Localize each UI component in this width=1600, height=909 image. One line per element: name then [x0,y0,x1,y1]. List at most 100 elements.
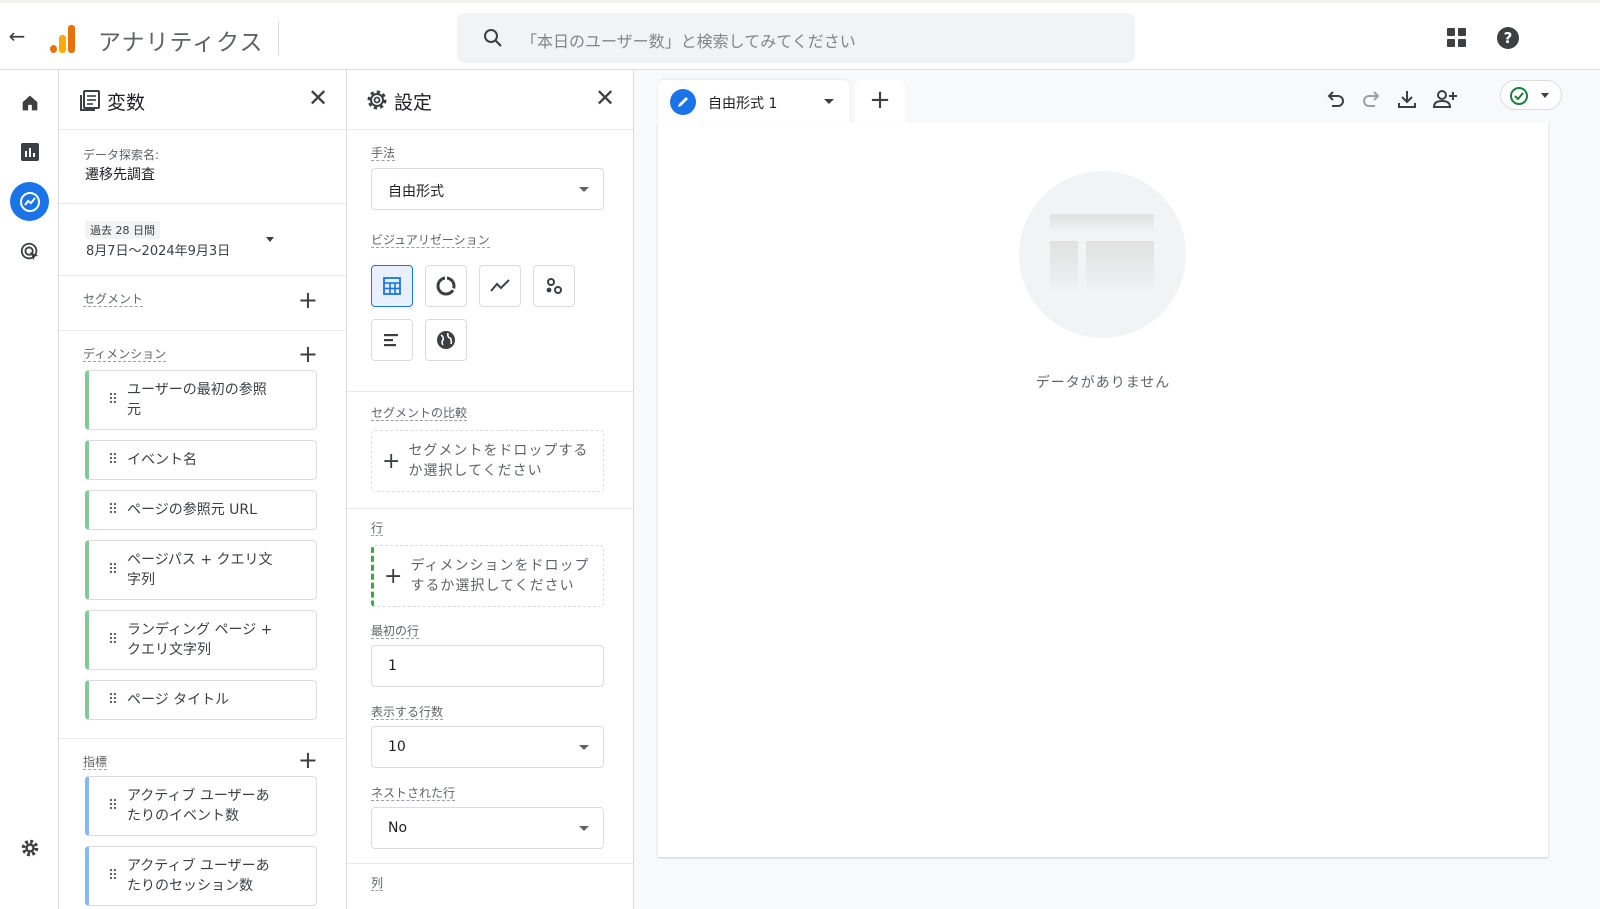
add-metric-button[interactable]: + [298,748,318,772]
share-user-icon[interactable] [1430,86,1460,112]
pencil-icon[interactable] [670,89,696,115]
rows-to-show-label: 表示する行数 [371,705,444,720]
nested-rows-value: No [388,820,408,836]
rows-section: 行 + ディメンションをドロップ するか選択してください 最初の行 1 表示する行… [347,509,633,864]
nested-rows-select[interactable]: No [371,807,604,849]
settings-panel: 設定 ✕ 手法 自由形式 ビジュアリゼーション セグメントの比較 + セグメント… [347,70,634,909]
line-chart-icon[interactable] [479,265,521,307]
variables-title: 変数 [107,92,146,114]
exploration-name-label: データ探索名: [83,148,160,162]
tab-freeform-1[interactable]: 自由形式 1 [658,80,850,122]
advertising-icon[interactable] [17,239,43,265]
drag-handle-icon[interactable]: ⠿ [103,633,121,647]
dimension-name: ページ タイトル [127,692,230,708]
variables-header: 変数 ✕ [59,70,346,130]
visualization-label: ビジュアリゼーション [371,233,490,248]
add-tab-button[interactable]: + [855,80,905,122]
rows-drop-text-cont: するか選択してください [410,578,575,594]
segment-dropzone[interactable]: + セグメントをドロップする か選択してください [371,430,604,492]
dimension-chip[interactable]: ⠿ ページの参照元 URL [85,490,317,530]
app-name[interactable]: アナリティクス [98,23,263,57]
divider [278,21,279,55]
dimension-name: ユーザーの最初の参照 [127,382,267,398]
date-range-picker[interactable]: 過去 28 日間 8月7日～2024年9月3日 [59,204,346,276]
metric-chip[interactable]: ⠿ アクティブ ユーザーあ たりのセッション数 [85,846,317,906]
chevron-down-icon [579,826,589,831]
drag-handle-icon[interactable]: ⠿ [103,503,121,517]
metric-list: ⠿ アクティブ ユーザーあ たりのイベント数 ⠿ アクティブ ユーザーあ たりのセッショ… [59,776,346,909]
apps-grid-icon[interactable] [1447,28,1467,48]
help-icon[interactable]: ? [1497,27,1519,49]
add-segment-button[interactable]: + [298,288,318,312]
drag-handle-icon[interactable]: ⠿ [103,563,121,577]
exploration-name-section: データ探索名: 遷移先調査 [59,130,346,204]
plus-icon: + [384,563,403,589]
dimension-chip[interactable]: ⠿ ページ タイトル [85,680,317,720]
back-arrow-icon[interactable]: ← [6,25,28,47]
explore-icon[interactable] [10,182,49,221]
first-row-input[interactable]: 1 [371,645,604,687]
tab-name: 自由形式 1 [708,96,778,112]
dimension-chip[interactable]: ⠿ ページパス + クエリ文 字列 [85,540,317,600]
dimension-name-cont: 字列 [127,572,155,588]
dimension-name: ランディング ページ + [127,622,273,638]
dimension-name: ページの参照元 URL [127,502,257,518]
columns-label: 列 [371,876,384,891]
check-circle-icon [1510,87,1528,105]
empty-state-illustration [1019,171,1186,338]
workspace: 自由形式 1 + データがありません [634,70,1600,909]
close-icon[interactable]: ✕ [306,86,330,110]
undo-icon[interactable] [1322,86,1348,112]
save-status-button[interactable] [1500,80,1562,110]
table-icon[interactable] [371,265,413,307]
segments-section: セグメント + [59,276,346,331]
search-icon [484,29,502,47]
settings-gear-icon [367,90,387,110]
rows-label: 行 [371,521,384,536]
segment-drop-text-cont: か選択してください [408,463,543,479]
globe-icon[interactable] [425,319,467,361]
close-icon[interactable]: ✕ [593,86,617,110]
chevron-down-icon [579,187,589,192]
add-dimension-button[interactable]: + [298,342,318,366]
metric-chip[interactable]: ⠿ アクティブ ユーザーあ たりのイベント数 [85,776,317,836]
technique-section: 手法 自由形式 ビジュアリゼーション [347,130,633,392]
reports-icon[interactable] [17,139,43,165]
redo-icon[interactable] [1359,86,1385,112]
dimension-name: イベント名 [127,452,197,468]
technique-select[interactable]: 自由形式 [371,168,604,210]
dimension-chip[interactable]: ⠿ ユーザーの最初の参照元 [85,370,317,430]
top-bar: ← アナリティクス 「本日のユーザー数」と検索してみてください ? [0,0,1600,70]
rows-to-show-select[interactable]: 10 [371,726,604,768]
metric-name-cont: たりのセッション数 [127,878,253,894]
donut-icon[interactable] [425,265,467,307]
dimensions-label: ディメンション [83,347,167,362]
segment-drop-text: セグメントをドロップする [408,443,589,459]
drag-handle-icon[interactable]: ⠿ [103,799,121,813]
metric-name-cont: たりのイベント数 [127,808,239,824]
settings-gear-icon[interactable] [17,835,43,861]
chevron-down-icon[interactable] [824,99,834,104]
drag-handle-icon[interactable]: ⠿ [103,393,121,407]
drag-handle-icon[interactable]: ⠿ [103,693,121,707]
chevron-down-icon [266,237,274,242]
dimension-chip[interactable]: ⠿ ランディング ページ + クエリ文字列 [85,610,317,670]
technique-value: 自由形式 [388,184,444,200]
bar-chart-icon[interactable] [371,319,413,361]
dimensions-section: ディメンション + ⠿ ユーザーの最初の参照元 ⠿ イベント名 ⠿ ページの参照元 U… [59,331,346,739]
analytics-logo-icon[interactable] [48,23,78,53]
rows-dropzone[interactable]: + ディメンションをドロップ するか選択してください [371,545,604,607]
dimension-chip[interactable]: ⠿ イベント名 [85,440,317,480]
technique-label: 手法 [371,146,396,161]
exploration-name-field[interactable]: 遷移先調査 [85,164,155,184]
scatter-icon[interactable] [533,265,575,307]
search-bar[interactable]: 「本日のユーザー数」と検索してみてください [457,13,1135,63]
nested-rows-label: ネストされた行 [371,786,456,801]
drag-handle-icon[interactable]: ⠿ [103,869,121,883]
exploration-canvas: データがありません [658,122,1548,857]
drag-handle-icon[interactable]: ⠿ [103,453,121,467]
metrics-label: 指標 [83,755,108,770]
settings-header: 設定 ✕ [347,70,633,130]
download-icon[interactable] [1394,86,1420,112]
home-icon[interactable] [17,90,43,116]
